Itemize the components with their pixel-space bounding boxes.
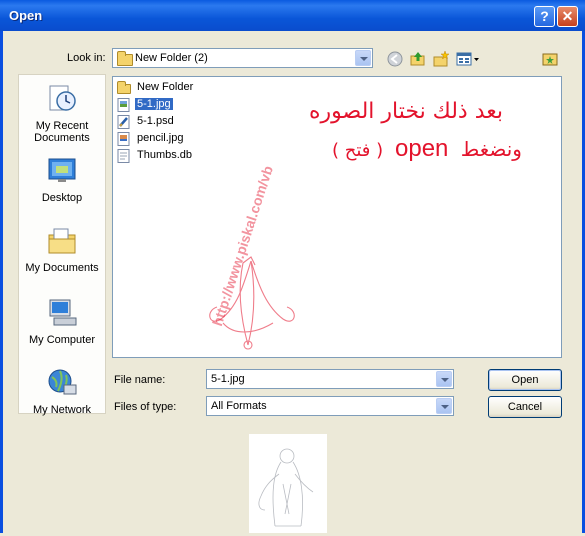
- close-icon: ✕: [561, 8, 574, 24]
- place-label: My Computer: [28, 334, 96, 346]
- photoshop-file-icon: [117, 115, 130, 129]
- place-label: My Recent Documents: [34, 120, 90, 144]
- cancel-button[interactable]: Cancel: [488, 396, 562, 418]
- image-file-icon: [117, 132, 130, 146]
- file-name-input[interactable]: 5-1.jpg: [206, 369, 454, 389]
- annotation-line-1: بعد ذلك نختار الصوره: [309, 99, 504, 124]
- new-folder-icon[interactable]: [432, 50, 450, 68]
- place-my-network[interactable]: My Network: [19, 367, 105, 416]
- open-dialog-window: Open ? ✕ Look in: New Folder (2) My Rece…: [0, 0, 585, 533]
- place-recent-documents[interactable]: My Recent Documents: [19, 83, 105, 144]
- places-bar: My Recent Documents Desktop My Documents: [18, 74, 106, 416]
- file-list[interactable]: New Folder 5-1.jpg 5-1.psd pencil.jpg Th…: [112, 76, 562, 358]
- preview-sketch-image: [258, 448, 314, 527]
- desktop-icon: [48, 158, 76, 182]
- folder-icon: [117, 51, 133, 66]
- thumbnail-toggle-icon[interactable]: [541, 50, 559, 68]
- help-button[interactable]: ?: [534, 6, 555, 27]
- annotation-line-2-arabic: ونضغط: [460, 137, 522, 161]
- my-network-icon: [48, 369, 77, 395]
- my-computer-icon: [49, 299, 77, 326]
- annotation-line-3: ( فتح ): [332, 140, 384, 161]
- recent-documents-icon: [49, 85, 76, 111]
- look-in-dropdown[interactable]: New Folder (2): [112, 48, 373, 68]
- place-label: Desktop: [41, 192, 83, 204]
- file-type-label: Files of type:: [114, 401, 177, 413]
- place-my-computer[interactable]: My Computer: [19, 297, 105, 346]
- window-title: Open: [9, 8, 43, 23]
- file-type-value: All Formats: [211, 400, 267, 412]
- close-button[interactable]: ✕: [557, 6, 578, 27]
- annotation-open-word: open: [395, 135, 449, 162]
- look-in-label: Look in:: [67, 52, 106, 64]
- back-icon[interactable]: [386, 50, 404, 68]
- views-menu-icon[interactable]: [456, 50, 480, 68]
- chevron-down-icon[interactable]: [355, 50, 371, 66]
- chevron-down-icon[interactable]: [436, 371, 452, 387]
- file-name-value: 5-1.jpg: [211, 373, 245, 385]
- help-icon: ?: [540, 8, 549, 24]
- annotation-line-2: open ونضغط: [395, 135, 522, 163]
- title-bar[interactable]: Open ? ✕: [0, 0, 585, 31]
- file-type-dropdown[interactable]: All Formats: [206, 396, 454, 416]
- image-file-icon: [117, 98, 130, 112]
- my-documents-icon: [48, 228, 76, 254]
- up-folder-icon[interactable]: [409, 50, 427, 68]
- chevron-down-icon[interactable]: [436, 398, 452, 414]
- file-name-label: File name:: [114, 374, 166, 386]
- open-button[interactable]: Open: [488, 369, 562, 391]
- place-my-documents[interactable]: My Documents: [19, 225, 105, 274]
- image-preview: [249, 434, 327, 533]
- look-in-value: New Folder (2): [135, 52, 208, 64]
- place-desktop[interactable]: Desktop: [19, 155, 105, 204]
- folder-icon: [117, 81, 131, 95]
- place-label: My Network: [32, 404, 92, 416]
- place-label: My Documents: [25, 262, 99, 274]
- database-file-icon: [117, 149, 130, 163]
